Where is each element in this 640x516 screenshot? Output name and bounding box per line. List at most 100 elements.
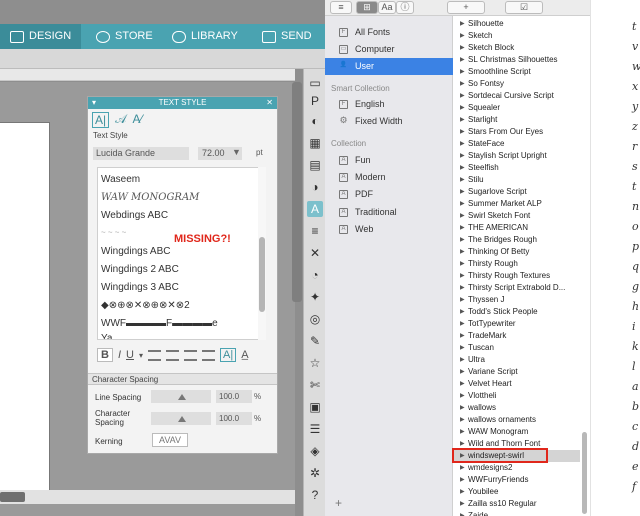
disclosure-triangle-icon[interactable]: ▶ bbox=[460, 246, 465, 258]
disclosure-triangle-icon[interactable]: ▶ bbox=[460, 66, 465, 78]
font-family-row[interactable]: ▶ Sugarlove Script bbox=[454, 186, 580, 198]
help-icon[interactable]: ? bbox=[307, 487, 323, 503]
disclosure-triangle-icon[interactable]: ▶ bbox=[460, 198, 465, 210]
font-family-row[interactable]: ▶ Vlottheli bbox=[454, 390, 580, 402]
close-icon[interactable]: ✕ bbox=[266, 97, 273, 109]
disclosure-triangle-icon[interactable]: ▶ bbox=[460, 138, 465, 150]
font-list-item[interactable]: Webdings ABC bbox=[101, 210, 168, 221]
disclosure-triangle-icon[interactable]: ▶ bbox=[460, 234, 465, 246]
font-family-row[interactable]: ▶ Sketch bbox=[454, 30, 580, 42]
line-style-icon[interactable]: ▦ bbox=[307, 135, 323, 151]
disclosure-triangle-icon[interactable]: ▶ bbox=[460, 30, 465, 42]
horizontal-text-button[interactable]: A| bbox=[219, 348, 237, 362]
disclosure-triangle-icon[interactable]: ▶ bbox=[460, 402, 465, 414]
text-warp-tab-icon[interactable]: A⁄ bbox=[132, 112, 142, 128]
font-family-row[interactable]: ▶ Stars From Our Eyes bbox=[454, 126, 580, 138]
disclosure-triangle-icon[interactable]: ▶ bbox=[460, 378, 465, 390]
text-style-icon[interactable]: A bbox=[307, 201, 323, 217]
font-family-row[interactable]: ▶ Sortdecai Cursive Script bbox=[454, 90, 580, 102]
font-family-row[interactable]: ▶ Thinking Of Betty bbox=[454, 246, 580, 258]
tab-design[interactable]: DESIGN bbox=[0, 24, 82, 49]
sidebar-item-modern[interactable]: A Modern bbox=[325, 169, 453, 186]
font-list-item[interactable]: Wingdings 3 ABC bbox=[101, 282, 179, 293]
font-family-row[interactable]: ▶ Swirl Sketch Font bbox=[454, 210, 580, 222]
font-family-row[interactable]: ▶ TradeMark bbox=[454, 330, 580, 342]
align-left-icon[interactable] bbox=[147, 349, 161, 361]
disclosure-triangle-icon[interactable]: ▶ bbox=[460, 282, 465, 294]
font-family-row[interactable]: ▶ SL Christmas Silhouettes bbox=[454, 54, 580, 66]
disclosure-triangle-icon[interactable]: ▶ bbox=[460, 258, 465, 270]
scroll-thumb[interactable] bbox=[259, 237, 265, 312]
disclosure-triangle-icon[interactable]: ▶ bbox=[460, 414, 465, 426]
weld-icon[interactable]: ◈ bbox=[307, 443, 323, 459]
tab-send[interactable]: SEND bbox=[262, 24, 312, 49]
layers-icon[interactable]: ☰ bbox=[307, 421, 323, 437]
disclosure-triangle-icon[interactable]: ▶ bbox=[460, 390, 465, 402]
pixscan-icon[interactable]: P bbox=[307, 93, 323, 109]
disclosure-triangle-icon[interactable]: ▶ bbox=[460, 270, 465, 282]
disclosure-triangle-icon[interactable]: ▶ bbox=[460, 510, 465, 516]
fill-color-icon[interactable]: ◐ bbox=[307, 113, 323, 129]
sidebar-item-web[interactable]: A Web bbox=[325, 221, 453, 238]
font-list-item[interactable]: Waseem bbox=[101, 174, 140, 185]
text-path-tab-icon[interactable]: 𝒜 bbox=[115, 112, 126, 128]
offset-icon[interactable]: ✦ bbox=[307, 289, 323, 305]
disclosure-triangle-icon[interactable]: ▶ bbox=[460, 210, 465, 222]
font-family-row[interactable]: ▶ Zailla ss10 Regular bbox=[454, 498, 580, 510]
align-center-icon[interactable] bbox=[165, 349, 179, 361]
panel-header[interactable]: ▾ TEXT STYLE ✕ bbox=[88, 97, 277, 109]
disclosure-triangle-icon[interactable]: ▶ bbox=[460, 150, 465, 162]
disclosure-triangle-icon[interactable]: ▶ bbox=[460, 366, 465, 378]
font-family-row[interactable]: ▶ wmdesigns2 bbox=[454, 462, 580, 474]
font-family-row[interactable]: ▶ Smoothline Script bbox=[454, 66, 580, 78]
underline-button[interactable]: U bbox=[126, 349, 134, 361]
settings-icon[interactable]: ✲ bbox=[307, 465, 323, 481]
disclosure-triangle-icon[interactable]: ▶ bbox=[460, 114, 465, 126]
font-family-row[interactable]: ▶ Velvet Heart bbox=[454, 378, 580, 390]
sidebar-item-traditional[interactable]: A Traditional bbox=[325, 204, 453, 221]
italic-button[interactable]: I bbox=[118, 349, 121, 361]
replicate-icon[interactable]: ✕ bbox=[307, 245, 323, 261]
sidebar-item-user[interactable]: 👤 User bbox=[325, 58, 453, 75]
align-icon[interactable]: ≡ bbox=[307, 223, 323, 239]
slider-handle[interactable] bbox=[178, 416, 186, 422]
line-spacing-slider[interactable] bbox=[151, 390, 211, 403]
font-name-field[interactable]: Lucida Grande bbox=[93, 147, 189, 160]
font-family-row[interactable]: ▶ So Fontsy bbox=[454, 78, 580, 90]
disclosure-triangle-icon[interactable]: ▶ bbox=[460, 294, 465, 306]
info-button[interactable]: ⓘ bbox=[396, 1, 414, 14]
font-family-row[interactable]: ▶ TotTypewriter bbox=[454, 318, 580, 330]
font-family-row[interactable]: ▶ The Bridges Rough bbox=[454, 234, 580, 246]
knife-icon[interactable]: ✎ bbox=[307, 333, 323, 349]
disclosure-triangle-icon[interactable]: ▶ bbox=[460, 102, 465, 114]
font-family-row[interactable]: ▶ Tuscan bbox=[454, 342, 580, 354]
slider-handle[interactable] bbox=[178, 394, 186, 400]
font-list-scrollbar[interactable] bbox=[258, 167, 266, 340]
fill-pattern-icon[interactable]: ▤ bbox=[307, 157, 323, 173]
sidebar-item-pdf[interactable]: A PDF bbox=[325, 186, 453, 203]
kerning-button[interactable]: AVAV bbox=[152, 433, 188, 447]
font-list-item[interactable]: Ya bbox=[101, 333, 113, 339]
page-setup-icon[interactable]: ▭ bbox=[307, 75, 323, 91]
font-family-row[interactable]: ▶ THE AMERICAN bbox=[454, 222, 580, 234]
font-list[interactable]: Waseem WAW MONOGRAM Webdings ABC ~ ~ ~ ~… bbox=[97, 167, 266, 340]
chevron-down-icon[interactable]: ▼ bbox=[232, 147, 241, 157]
font-family-row[interactable]: ▶ Ultra bbox=[454, 354, 580, 366]
star-icon[interactable]: ☆ bbox=[307, 355, 323, 371]
font-family-row[interactable]: ▶ Thirsty Rough bbox=[454, 258, 580, 270]
disclosure-triangle-icon[interactable]: ▶ bbox=[460, 354, 465, 366]
font-family-row[interactable]: ▶ Starlight bbox=[454, 114, 580, 126]
character-spacing-slider[interactable] bbox=[151, 412, 211, 425]
font-family-row[interactable]: ▶ Thirsty Rough Textures bbox=[454, 270, 580, 282]
align-justify-icon[interactable] bbox=[201, 349, 215, 361]
font-family-row[interactable]: ▶ Staylish Script Upright bbox=[454, 150, 580, 162]
vertical-text-button[interactable]: A̲ bbox=[241, 349, 248, 361]
chevron-down-icon[interactable]: ▾ bbox=[139, 351, 143, 360]
font-list-item[interactable]: ◆⊗⊕⊗✕⊗⊕⊗✕⊗2 bbox=[101, 300, 190, 311]
disclosure-triangle-icon[interactable]: ▶ bbox=[460, 18, 465, 30]
modify-icon[interactable]: ◔ bbox=[307, 267, 323, 283]
sketch-icon[interactable]: ▣ bbox=[307, 399, 323, 415]
sidebar-item-english[interactable]: F English bbox=[325, 96, 453, 113]
add-font-button[interactable]: + bbox=[447, 1, 485, 14]
transparency-icon[interactable]: ◑ bbox=[307, 179, 323, 195]
